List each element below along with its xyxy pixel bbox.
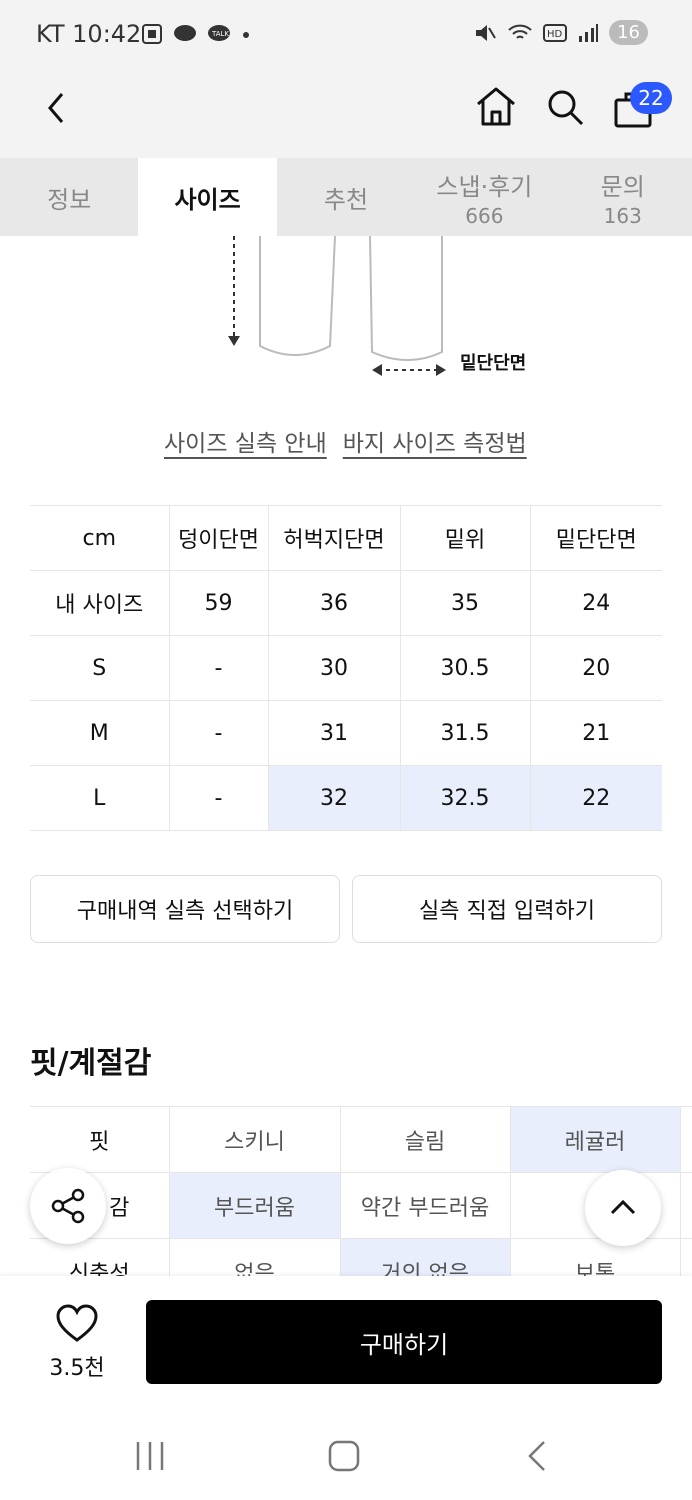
- mute-icon: [476, 24, 496, 41]
- tab-label: 문의: [600, 172, 645, 201]
- product-tabs: 정보 사이즈 추천 스냅·후기 666 문의 163: [0, 158, 692, 236]
- table-cell: M: [30, 700, 169, 766]
- table-cell: 32.5: [399, 765, 530, 831]
- tab-snap-review[interactable]: 스냅·후기 666: [415, 158, 553, 236]
- size-guide-link[interactable]: 사이즈 실측 안내: [164, 424, 327, 458]
- table-cell: 30: [267, 635, 400, 701]
- table-cell: 32: [267, 765, 400, 831]
- table-cell: 36: [267, 570, 400, 636]
- home-nav-icon[interactable]: [328, 1440, 360, 1472]
- like-button[interactable]: 3.5천: [38, 1304, 116, 1382]
- chat-icon: [174, 25, 196, 41]
- size-links: 사이즈 실측 안내 바지 사이즈 측정법: [164, 424, 527, 458]
- back-icon[interactable]: [38, 88, 78, 128]
- dot-icon: [243, 32, 249, 38]
- system-icons: HD 16: [473, 20, 648, 45]
- table-row: M - 31 31.5 21: [30, 700, 662, 766]
- table-cell: S: [30, 635, 169, 701]
- column-header: 밑위: [399, 505, 530, 571]
- table-cell: 부드러움: [168, 1172, 340, 1239]
- size-table: cm 덩이단면 허벅지단면 밑위 밑단단면 내 사이즈 59 36 35 24 …: [30, 505, 662, 831]
- table-header-row: cm 덩이단면 허벅지단면 밑위 밑단단면: [30, 505, 662, 571]
- table-row: S - 30 30.5 20: [30, 635, 662, 701]
- share-button[interactable]: [30, 1168, 106, 1244]
- table-cell: 핏: [30, 1106, 169, 1173]
- column-header: 허벅지단면: [267, 505, 400, 571]
- notification-icons: TALK: [140, 22, 252, 46]
- purchase-history-measure-button[interactable]: 구매내역 실측 선택하기: [30, 875, 340, 943]
- table-cell: 스키니: [168, 1106, 340, 1173]
- tab-label: 정보: [47, 185, 92, 214]
- svg-text:HD: HD: [547, 29, 563, 40]
- table-cell: 슬림: [339, 1106, 510, 1173]
- back-nav-icon[interactable]: [524, 1440, 552, 1472]
- direct-input-measure-button[interactable]: 실측 직접 입력하기: [352, 875, 662, 943]
- table-row: 내 사이즈 59 36 35 24: [30, 570, 662, 636]
- status-time: KT 10:42: [36, 20, 142, 48]
- scan-icon: [142, 24, 162, 44]
- tab-label: 추천: [323, 185, 369, 214]
- signal-icon: [579, 23, 599, 42]
- top-header: 22: [0, 70, 692, 158]
- column-header: 덩이단면: [168, 505, 268, 571]
- buy-button[interactable]: 구매하기: [146, 1300, 662, 1384]
- table-cell: -: [168, 765, 268, 831]
- table-cell: 21: [529, 700, 662, 766]
- table-cell: [679, 1172, 692, 1239]
- hd-icon: HD: [543, 23, 568, 42]
- table-cell: 35: [399, 570, 530, 636]
- table-cell: -: [168, 635, 268, 701]
- measure-method-link[interactable]: 바지 사이즈 측정법: [343, 424, 527, 458]
- tab-size[interactable]: 사이즈: [138, 158, 277, 236]
- table-cell: 22: [529, 765, 662, 831]
- like-count: 3.5천: [49, 1356, 105, 1381]
- search-icon[interactable]: [544, 86, 586, 128]
- tab-info[interactable]: 정보: [0, 158, 138, 236]
- tab-label: 스냅·후기: [436, 172, 533, 201]
- share-icon: [51, 1188, 85, 1224]
- table-cell: -: [168, 700, 268, 766]
- table-cell: 약간 부드러움: [339, 1172, 510, 1239]
- home-icon[interactable]: [474, 84, 518, 128]
- heart-icon: [56, 1304, 98, 1342]
- system-nav-bar: [0, 1400, 692, 1500]
- table-cell: 레귤러: [509, 1106, 680, 1173]
- tab-count: 163: [603, 203, 642, 228]
- table-cell: 31.5: [399, 700, 530, 766]
- hem-label: 밑단단면: [460, 353, 527, 374]
- table-cell: 59: [168, 570, 268, 636]
- recent-apps-icon[interactable]: [134, 1440, 168, 1472]
- tab-count: 666: [465, 203, 504, 228]
- tab-recommend[interactable]: 추천: [277, 158, 415, 236]
- table-cell: L: [30, 765, 169, 831]
- bottom-action-bar: 3.5천 구매하기: [0, 1276, 692, 1400]
- wifi-icon: [508, 24, 532, 39]
- battery-level: 16: [609, 20, 648, 45]
- table-row: L - 32 32.5 22: [30, 765, 662, 831]
- tab-label: 사이즈: [174, 185, 241, 214]
- scroll-top-button[interactable]: [585, 1170, 661, 1246]
- table-cell: 24: [529, 570, 662, 636]
- chevron-up-icon: [610, 1199, 636, 1215]
- table-cell: 31: [267, 700, 400, 766]
- fit-section-title: 핏/계절감: [30, 1046, 152, 1081]
- status-bar: KT 10:42 TALK HD 16: [0, 0, 692, 70]
- table-cell: [679, 1106, 692, 1173]
- table-cell: 20: [529, 635, 662, 701]
- table-cell: 내 사이즈: [30, 570, 169, 636]
- tab-inquiry[interactable]: 문의 163: [554, 158, 692, 236]
- table-row: 핏 스키니 슬림 레귤러: [30, 1106, 692, 1173]
- cart-count-badge: 22: [630, 82, 672, 114]
- talk-icon: TALK: [208, 25, 230, 41]
- table-cell: 30.5: [399, 635, 530, 701]
- svg-text:TALK: TALK: [211, 30, 229, 38]
- column-header: 밑단단면: [529, 505, 662, 571]
- column-header: cm: [30, 505, 169, 571]
